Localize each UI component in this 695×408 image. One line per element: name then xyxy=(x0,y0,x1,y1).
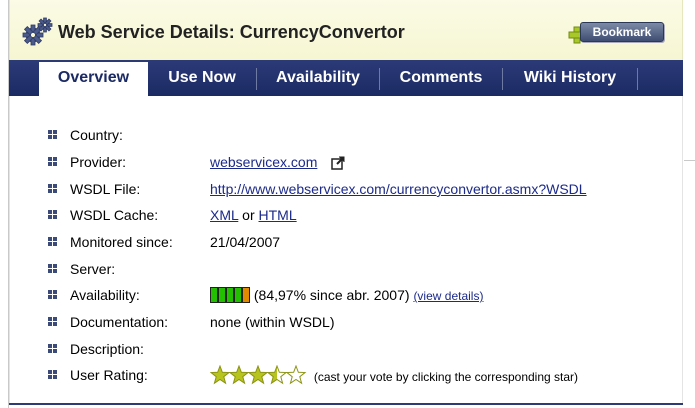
star-icon[interactable] xyxy=(285,365,307,385)
tab-separator xyxy=(637,68,638,90)
outer-border xyxy=(684,160,695,408)
availability-segment xyxy=(242,287,250,303)
availability-segment xyxy=(234,287,242,303)
star-icon[interactable] xyxy=(266,365,288,385)
availability-details-link[interactable]: (view details) xyxy=(413,289,483,303)
bullet-icon xyxy=(48,157,57,166)
wsdl-file-value: http://www.webservicex.com/currencyconve… xyxy=(210,179,587,199)
availability-value: (84,97% since abr. 2007) (view details) xyxy=(210,285,483,306)
wsdl-file-link[interactable]: http://www.webservicex.com/currencyconve… xyxy=(210,181,587,197)
bullet-icon xyxy=(48,344,57,353)
bullet-icon xyxy=(48,290,57,299)
wsdl-cache-or: or xyxy=(242,207,255,223)
wsdl-cache-label: WSDL Cache: xyxy=(70,207,159,223)
wsdl-cache-xml-link[interactable]: XML xyxy=(210,207,238,223)
tab-comments[interactable]: Comments xyxy=(380,60,502,96)
star-icon[interactable] xyxy=(210,365,231,385)
availability-text: (84,97% since abr. 2007) xyxy=(253,287,410,303)
wsdl-cache-value: XML or HTML xyxy=(210,205,297,225)
star-rating[interactable] xyxy=(210,365,310,385)
external-link-icon[interactable] xyxy=(331,156,345,171)
bullet-icon xyxy=(48,210,57,219)
rating-hint: (cast your vote by clicking the correspo… xyxy=(313,370,579,384)
star-icon[interactable] xyxy=(247,365,269,385)
bullet-icon xyxy=(48,264,57,273)
availability-segment xyxy=(226,287,234,303)
page-header: Web Service Details: CurrencyConvertor B… xyxy=(9,0,683,62)
bullet-icon xyxy=(48,370,57,379)
content-bottom-border xyxy=(9,403,683,405)
tab-availability[interactable]: Availability xyxy=(257,60,379,96)
documentation-value: none (within WSDL) xyxy=(210,314,335,330)
page-title: Web Service Details: CurrencyConvertor xyxy=(58,22,405,42)
rating-value: (cast your vote by clicking the correspo… xyxy=(210,365,578,387)
bullet-icon xyxy=(48,237,57,246)
availability-segment xyxy=(218,287,226,303)
bookmark-button[interactable]: Bookmark xyxy=(568,20,668,46)
gear-icon xyxy=(22,17,53,46)
monitored-value: 21/04/2007 xyxy=(210,234,281,250)
tab-bar: Overview Use Now Availability Comments W… xyxy=(9,60,683,96)
rating-label: User Rating: xyxy=(70,367,148,383)
bullet-icon xyxy=(48,184,57,193)
wsdl-cache-html-link[interactable]: HTML xyxy=(259,207,297,223)
details-panel: Country: Provider: webservicex.com WSDL … xyxy=(9,96,683,404)
tab-use-now[interactable]: Use Now xyxy=(148,60,256,96)
bullet-icon xyxy=(48,130,57,139)
description-label: Description: xyxy=(70,341,144,357)
tab-wiki-history[interactable]: Wiki History xyxy=(503,60,637,96)
provider-link[interactable]: webservicex.com xyxy=(210,154,317,170)
tab-overview[interactable]: Overview xyxy=(39,62,148,96)
server-label: Server: xyxy=(70,261,116,277)
bookmark-label: Bookmark xyxy=(580,22,664,42)
provider-value: webservicex.com xyxy=(210,152,345,172)
star-icon[interactable] xyxy=(228,365,250,385)
country-label: Country: xyxy=(70,127,123,143)
monitored-label: Monitored since: xyxy=(70,234,173,250)
provider-label: Provider: xyxy=(70,154,127,170)
availability-meter xyxy=(210,287,250,303)
availability-label: Availability: xyxy=(70,287,140,303)
bullet-icon xyxy=(48,317,57,326)
documentation-label: Documentation: xyxy=(70,314,169,330)
wsdl-file-label: WSDL File: xyxy=(70,181,141,197)
availability-segment xyxy=(210,287,218,303)
